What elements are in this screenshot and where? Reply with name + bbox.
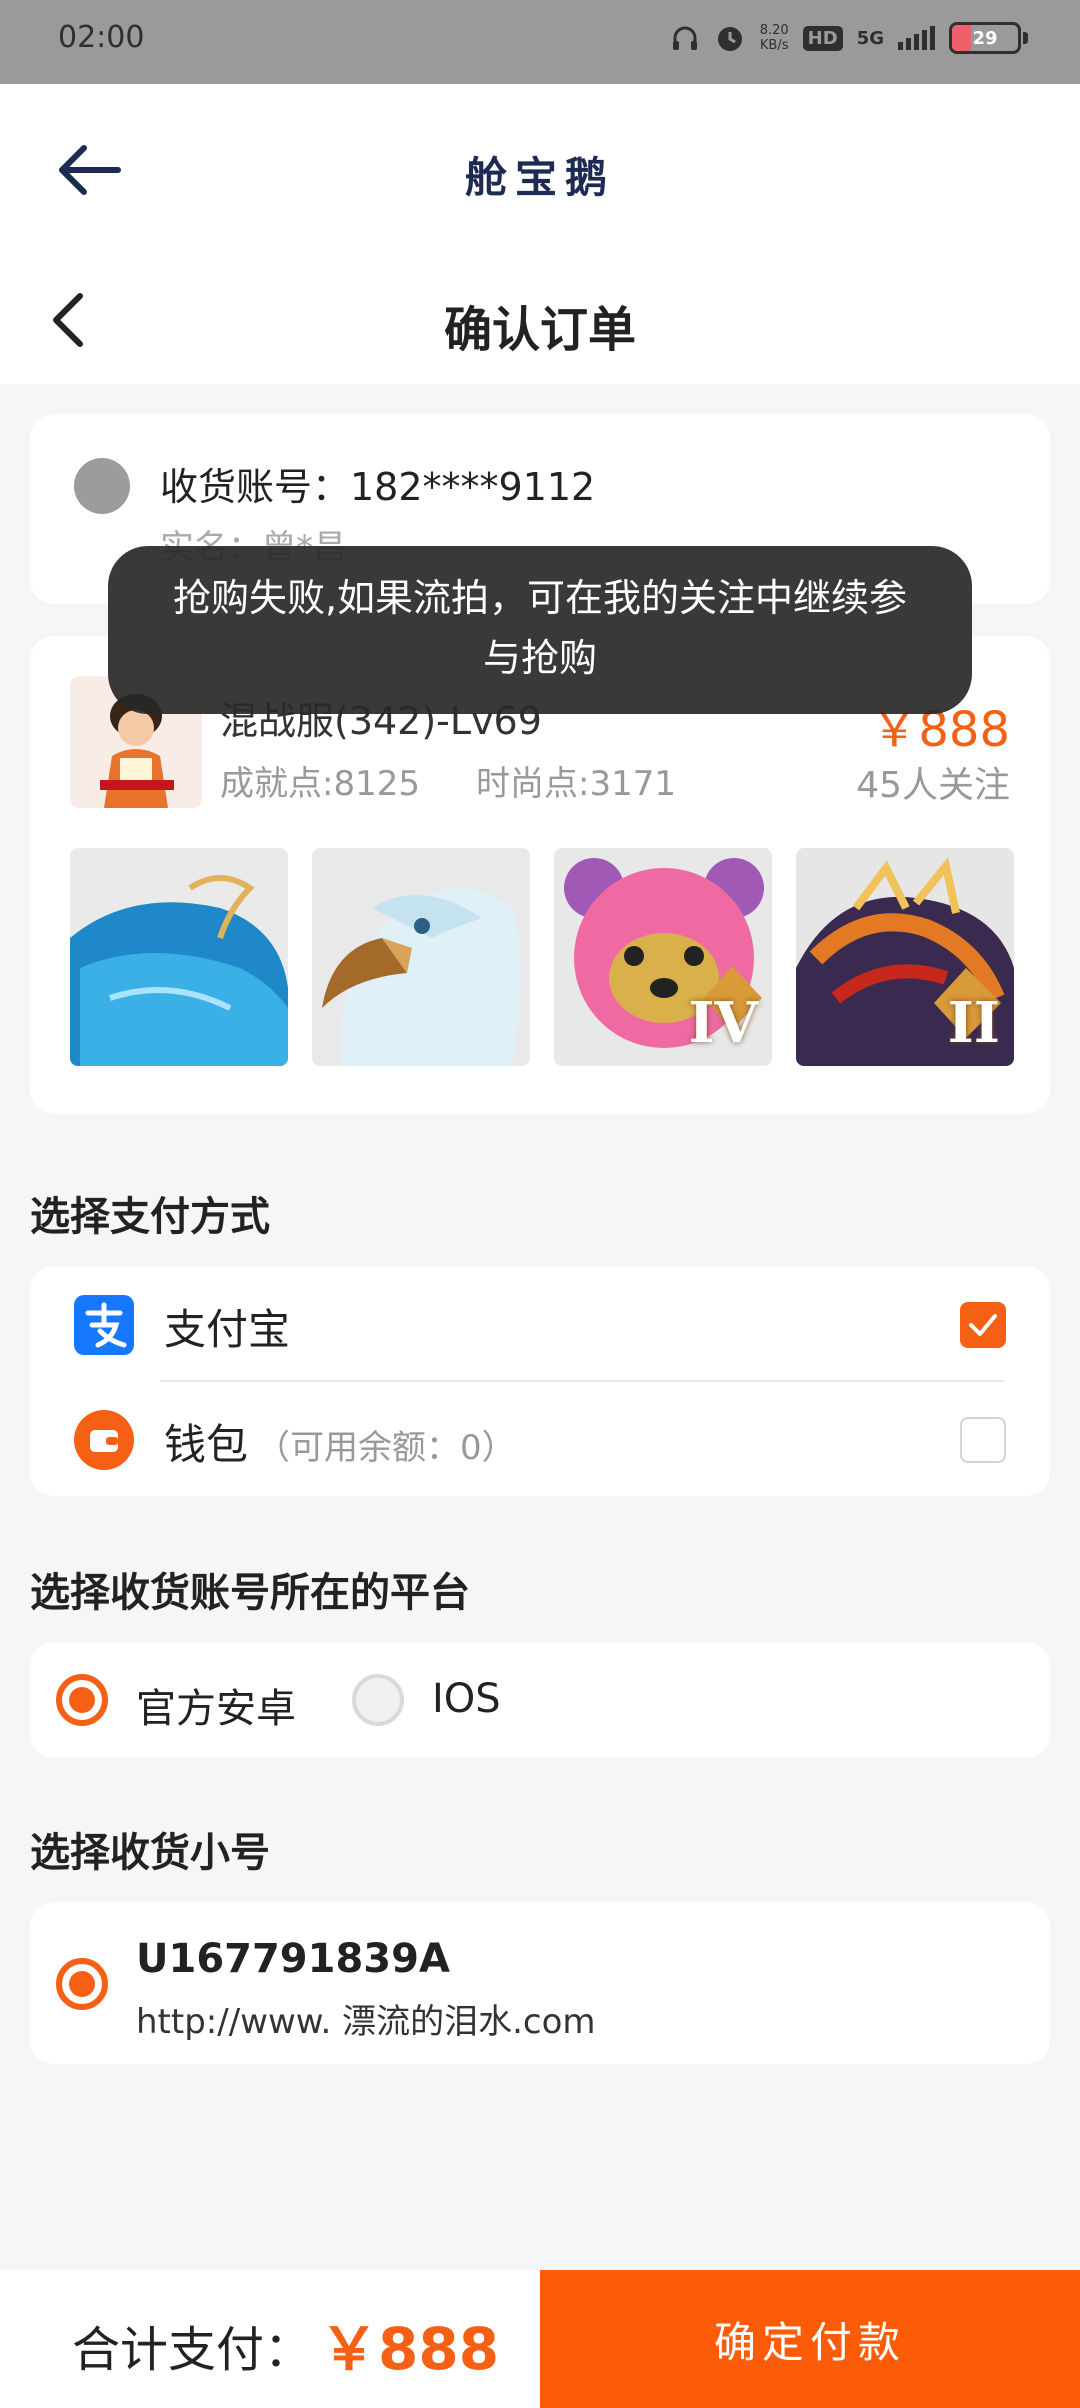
- status-time: 02:00: [58, 20, 145, 55]
- platform-section-title: 选择收货账号所在的平台: [30, 1570, 470, 1616]
- total-label: 合计支付：: [72, 2322, 313, 2378]
- follower-count: 45人关注: [856, 765, 1010, 806]
- status-bar: 02:00 8.20 KB/s HD 5G 29: [0, 0, 1080, 84]
- thumbnail-white-eagle[interactable]: [312, 848, 530, 1066]
- platform-android-label[interactable]: 官方安卓: [136, 1676, 296, 1734]
- battery-level: 29: [972, 27, 998, 49]
- hd-badge: HD: [802, 25, 843, 51]
- rank-badge: IV: [688, 990, 758, 1056]
- sub-account-url: http://www. 漂流的泪水.com: [136, 2002, 596, 2042]
- alarm-icon: [717, 27, 742, 51]
- battery-fill: [952, 25, 972, 51]
- avatar: [74, 458, 130, 514]
- platform-card: 官方安卓 IOS: [30, 1642, 1050, 1758]
- radio-android[interactable]: [56, 1674, 108, 1726]
- sub-account-id: U167791839A: [136, 1936, 450, 1982]
- wallet-label: 钱包: [164, 1420, 249, 1469]
- total-amount: ￥888: [320, 2315, 500, 2383]
- net-speed: 8.20 KB/s: [760, 23, 789, 53]
- alipay-label: 支付宝: [164, 1305, 291, 1354]
- thumbnail-row: IV II: [70, 848, 1014, 1066]
- payment-card: 支付宝 钱包 （可用余额：0）: [30, 1266, 1050, 1496]
- nav-bar: 确认订单: [0, 260, 1080, 384]
- alipay-checkbox[interactable]: [960, 1302, 1006, 1348]
- radio-sub-account[interactable]: [56, 1958, 108, 2010]
- thumbnail-blue-whale[interactable]: [70, 848, 288, 1066]
- sub-account-card[interactable]: U167791839A http://www. 漂流的泪水.com: [30, 1902, 1050, 2064]
- thumbnail-dragon[interactable]: II: [796, 848, 1014, 1066]
- payment-section-title: 选择支付方式: [30, 1194, 270, 1240]
- battery-icon: 29: [949, 22, 1021, 54]
- app-bar: 舱宝鹅: [0, 84, 1080, 260]
- battery-tip: [1023, 32, 1028, 44]
- headphones-icon: [672, 26, 697, 50]
- achievement-points: 成就点:8125: [220, 764, 420, 804]
- net-speed-unit: KB/s: [759, 38, 789, 53]
- product-stats: 成就点:8125 时尚点:3171: [220, 756, 676, 805]
- check-icon: [969, 1314, 997, 1336]
- page-title: 确认订单: [443, 302, 636, 358]
- platform-ios-label[interactable]: IOS: [432, 1676, 501, 1722]
- network-type: 5G: [856, 27, 884, 49]
- receive-account-label: 收货账号：182****9112: [160, 465, 596, 509]
- thumbnail-pink-bear[interactable]: IV: [554, 848, 772, 1066]
- app-title: 舱宝鹅: [464, 153, 615, 202]
- net-speed-value: 8.20: [759, 23, 789, 38]
- wallet-checkbox[interactable]: [960, 1417, 1006, 1463]
- sub-account-section-title: 选择收货小号: [30, 1830, 270, 1876]
- wallet-icon: [74, 1410, 134, 1470]
- status-icons: 8.20 KB/s HD 5G 29: [670, 22, 1028, 54]
- alipay-icon: [74, 1295, 134, 1355]
- payment-option-wallet[interactable]: 钱包 （可用余额：0）: [30, 1381, 1050, 1496]
- toast-message: 抢购失败,如果流拍，可在我的关注中继续参与抢购: [108, 546, 972, 714]
- payment-label: 支付宝: [164, 1296, 290, 1357]
- rank-badge: II: [947, 990, 1000, 1056]
- radio-ios[interactable]: [352, 1674, 404, 1726]
- confirm-pay-button[interactable]: 确定付款: [540, 2270, 1080, 2408]
- fashion-points: 时尚点:3171: [475, 764, 676, 804]
- wallet-balance: （可用余额：0）: [256, 1428, 516, 1468]
- bottom-bar: 合计支付： ￥888 确定付款: [0, 2270, 1080, 2408]
- signal-icon: [898, 26, 935, 50]
- payment-option-alipay[interactable]: 支付宝: [30, 1266, 1050, 1381]
- payment-label: 钱包 （可用余额：0）: [164, 1411, 516, 1472]
